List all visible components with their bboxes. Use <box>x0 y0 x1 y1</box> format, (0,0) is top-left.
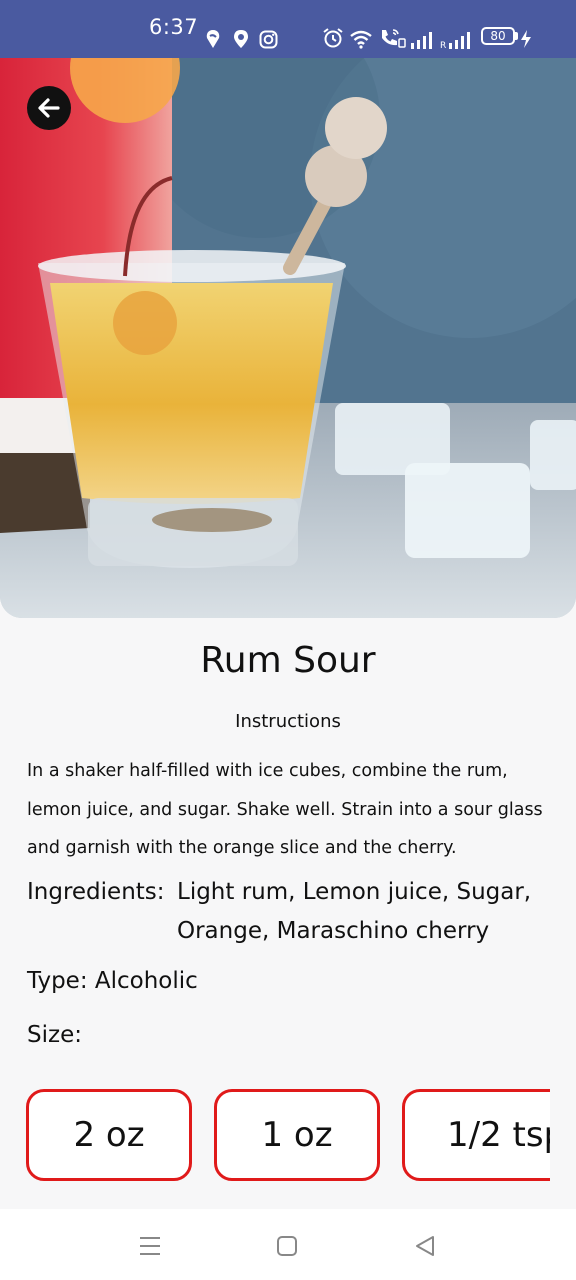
menu-icon[interactable] <box>135 1231 165 1261</box>
back-button[interactable] <box>27 86 71 130</box>
map-pin-icon <box>232 27 250 51</box>
charging-icon <box>520 27 532 51</box>
battery-nub <box>515 32 518 40</box>
status-time: 6:37 <box>149 15 199 39</box>
instagram-icon <box>259 27 278 51</box>
size-options[interactable]: 2 oz 1 oz 1/2 tsp <box>24 1086 550 1186</box>
roaming-signal-icon: R <box>440 28 474 52</box>
call-icon <box>378 26 406 50</box>
status-bar: 6:37 R 80 <box>0 0 576 58</box>
size-label: Size: <box>27 1022 82 1048</box>
size-option-half-tsp[interactable]: 1/2 tsp <box>402 1089 550 1181</box>
size-option-1-oz[interactable]: 1 oz <box>214 1089 380 1181</box>
ingredients-label: Ingredients: <box>27 879 165 905</box>
signal-icon <box>410 28 434 52</box>
battery-icon: 80 <box>481 27 515 45</box>
battery-level: 80 <box>490 29 506 43</box>
location-pin-icon <box>204 27 222 51</box>
drink-image <box>0 58 576 618</box>
arrow-left-icon <box>38 98 60 118</box>
alarm-icon <box>322 26 344 50</box>
drink-type: Type: Alcoholic <box>27 968 198 994</box>
rum-sour-cocktail-photo <box>0 58 576 618</box>
drink-detail-screen: 6:37 R 80 Rum Sour Instructions In a sha… <box>0 0 576 1280</box>
instructions-text: In a shaker half-filled with ice cubes, … <box>27 761 543 858</box>
back-triangle-icon[interactable] <box>410 1231 440 1261</box>
drink-title: Rum Sour <box>200 640 376 681</box>
size-option-2-oz[interactable]: 2 oz <box>26 1089 192 1181</box>
system-nav-bar <box>0 1209 576 1280</box>
instructions-heading: Instructions <box>235 711 341 732</box>
wifi-icon <box>349 27 373 51</box>
home-square-icon[interactable] <box>272 1231 302 1261</box>
svg-text:R: R <box>440 41 446 49</box>
ingredients-value: Light rum, Lemon juice, Sugar, Orange, M… <box>177 879 532 944</box>
